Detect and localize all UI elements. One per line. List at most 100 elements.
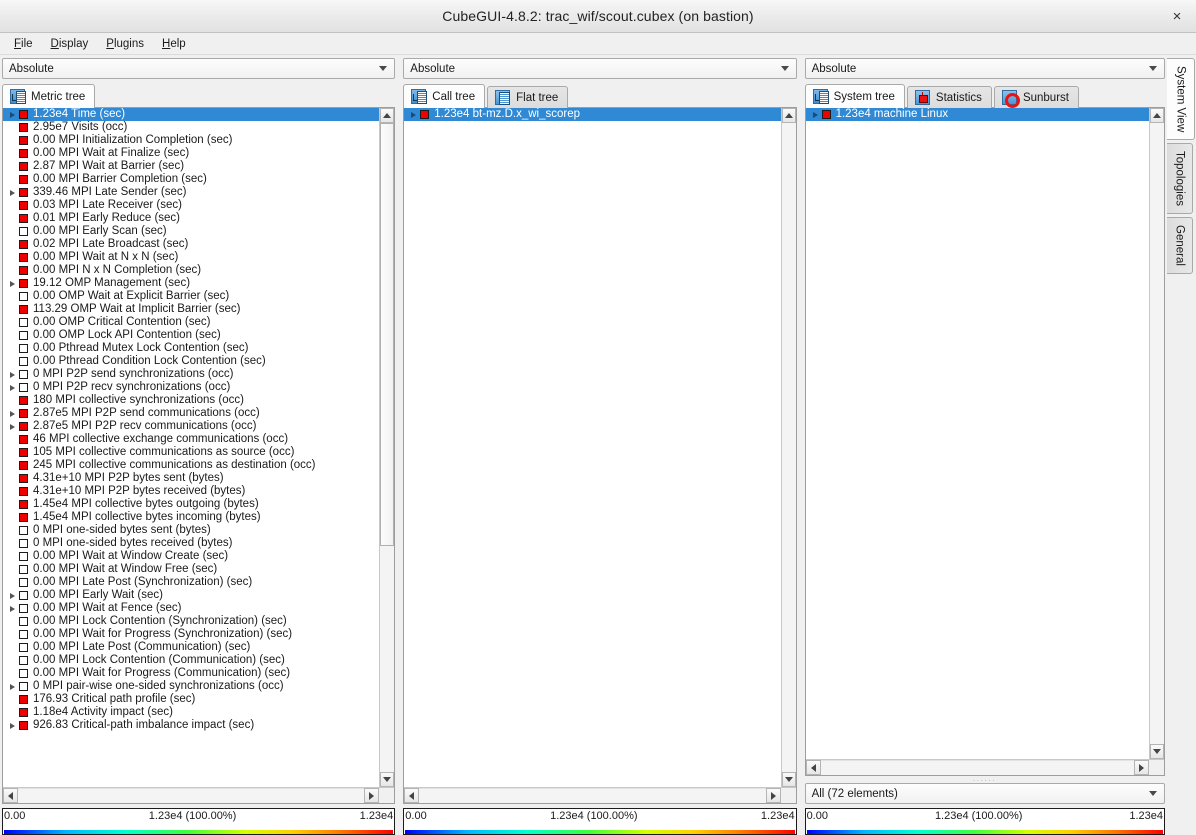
metric-horizontal-scrollbar[interactable] xyxy=(3,787,395,803)
tree-row[interactable]: 176.93 Critical path profile (sec) xyxy=(3,693,379,706)
tree-row[interactable]: 1.23e4 machine Linux xyxy=(805,108,1149,121)
tree-row[interactable]: 105 MPI collective communications as sou… xyxy=(3,446,379,459)
tree-row[interactable]: 0.00 MPI Initialization Completion (sec) xyxy=(3,134,379,147)
system-scroll-track[interactable] xyxy=(1150,123,1164,744)
menu-help[interactable]: Help xyxy=(153,36,195,52)
call-scroll-track[interactable] xyxy=(781,123,796,772)
tree-row[interactable]: 0 MPI P2P send synchronizations (occ) xyxy=(3,368,379,381)
tree-row[interactable]: 0.00 MPI Wait for Progress (Communicatio… xyxy=(3,667,379,680)
system-element-filter-combo[interactable]: All (72 elements) xyxy=(804,783,1165,804)
tree-row[interactable]: 0.02 MPI Late Broadcast (sec) xyxy=(3,238,379,251)
tree-row[interactable]: 0.03 MPI Late Receiver (sec) xyxy=(3,199,379,212)
expand-arrow-icon[interactable] xyxy=(6,683,19,690)
tree-row[interactable]: 0.00 MPI Late Post (Synchronization) (se… xyxy=(3,576,379,589)
tree-row[interactable]: 0.00 MPI Barrier Completion (sec) xyxy=(3,173,379,186)
scroll-up-icon[interactable] xyxy=(1150,108,1164,123)
scroll-left-icon[interactable] xyxy=(805,760,821,775)
tab-system-tree[interactable]: System tree xyxy=(804,84,905,108)
tree-row[interactable]: 0 MPI one-sided bytes received (bytes) xyxy=(3,537,379,550)
expand-arrow-icon[interactable] xyxy=(6,384,19,391)
call-tree-rows[interactable]: 1.23e4 bt-mz.D.x_wi_scorep xyxy=(404,108,781,787)
pane-resize-handle[interactable]: ...... xyxy=(805,776,1165,783)
tree-row[interactable]: 245 MPI collective communications as des… xyxy=(3,459,379,472)
tree-row[interactable]: 4.31e+10 MPI P2P bytes received (bytes) xyxy=(3,485,379,498)
tree-row[interactable]: 0.00 OMP Lock API Contention (sec) xyxy=(3,329,379,342)
tree-row[interactable]: 0.00 OMP Wait at Explicit Barrier (sec) xyxy=(3,290,379,303)
menu-plugins[interactable]: Plugins xyxy=(97,36,153,52)
tree-row[interactable]: 0.00 MPI Early Wait (sec) xyxy=(3,589,379,602)
system-horizontal-scrollbar[interactable] xyxy=(805,759,1164,775)
tab-metric-tree[interactable]: Metric tree xyxy=(2,84,96,108)
call-hscroll-track[interactable] xyxy=(419,788,766,803)
expand-arrow-icon[interactable] xyxy=(6,592,19,599)
tree-row[interactable]: 1.18e4 Activity impact (sec) xyxy=(3,706,379,719)
system-vertical-scrollbar[interactable] xyxy=(1149,108,1164,759)
tree-row[interactable]: 2.95e7 Visits (occ) xyxy=(3,121,379,134)
metric-scroll-thumb[interactable] xyxy=(380,123,395,546)
close-icon[interactable]: × xyxy=(1166,5,1188,27)
tab-sunburst[interactable]: Sunburst xyxy=(993,86,1079,108)
tree-row[interactable]: 2.87 MPI Wait at Barrier (sec) xyxy=(3,160,379,173)
tree-row[interactable]: 1.45e4 MPI collective bytes incoming (by… xyxy=(3,511,379,524)
metric-hscroll-track[interactable] xyxy=(18,788,365,803)
expand-arrow-icon[interactable] xyxy=(6,605,19,612)
call-mode-combo[interactable]: Absolute xyxy=(403,58,797,79)
tree-row[interactable]: 180 MPI collective synchronizations (occ… xyxy=(3,394,379,407)
tab-statistics[interactable]: Statistics xyxy=(906,86,992,108)
call-vertical-scrollbar[interactable] xyxy=(780,108,796,787)
expand-arrow-icon[interactable] xyxy=(809,111,822,118)
tree-row[interactable]: 2.87e5 MPI P2P send communications (occ) xyxy=(3,407,379,420)
expand-arrow-icon[interactable] xyxy=(6,410,19,417)
expand-arrow-icon[interactable] xyxy=(6,423,19,430)
tree-row[interactable]: 0.00 MPI Lock Contention (Communication)… xyxy=(3,654,379,667)
tree-row[interactable]: 926.83 Critical-path imbalance impact (s… xyxy=(3,719,379,732)
tree-row[interactable]: 0.01 MPI Early Reduce (sec) xyxy=(3,212,379,225)
tree-row[interactable]: 0 MPI one-sided bytes sent (bytes) xyxy=(3,524,379,537)
tree-row[interactable]: 0.00 MPI Late Post (Communication) (sec) xyxy=(3,641,379,654)
tree-row[interactable]: 4.31e+10 MPI P2P bytes sent (bytes) xyxy=(3,472,379,485)
tree-row[interactable]: 0.00 MPI Wait at Finalize (sec) xyxy=(3,147,379,160)
tree-row[interactable]: 339.46 MPI Late Sender (sec) xyxy=(3,186,379,199)
tree-row[interactable]: 0.00 MPI Early Scan (sec) xyxy=(3,225,379,238)
tree-row[interactable]: 0.00 MPI Lock Contention (Synchronizatio… xyxy=(3,615,379,628)
system-hscroll-track[interactable] xyxy=(820,760,1134,775)
scroll-down-icon[interactable] xyxy=(380,772,395,787)
side-tab-topologies[interactable]: Topologies xyxy=(1167,143,1193,215)
side-tab-general[interactable]: General xyxy=(1167,217,1193,275)
scroll-left-icon[interactable] xyxy=(3,788,18,803)
side-tab-system-view[interactable]: System View xyxy=(1167,58,1195,141)
scroll-up-icon[interactable] xyxy=(781,108,796,123)
metric-vertical-scrollbar[interactable] xyxy=(379,108,395,787)
system-tree-rows[interactable]: 1.23e4 machine Linux xyxy=(805,108,1149,759)
tree-row[interactable]: 1.23e4 bt-mz.D.x_wi_scorep xyxy=(404,108,781,121)
call-horizontal-scrollbar[interactable] xyxy=(404,787,796,803)
tree-row[interactable]: 0.00 MPI N x N Completion (sec) xyxy=(3,264,379,277)
menu-display[interactable]: Display xyxy=(42,36,98,52)
expand-arrow-icon[interactable] xyxy=(6,371,19,378)
tree-row[interactable]: 1.23e4 Time (sec) xyxy=(3,108,380,121)
tree-row[interactable]: 1.45e4 MPI collective bytes outgoing (by… xyxy=(3,498,379,511)
scroll-up-icon[interactable] xyxy=(380,108,395,123)
menu-file[interactable]: FFileile xyxy=(5,36,42,52)
tree-row[interactable]: 0.00 MPI Wait at Window Create (sec) xyxy=(3,550,379,563)
scroll-right-icon[interactable] xyxy=(1134,760,1149,775)
tree-row[interactable]: 113.29 OMP Wait at Implicit Barrier (sec… xyxy=(3,303,379,316)
tree-row[interactable]: 0.00 OMP Critical Contention (sec) xyxy=(3,316,379,329)
scroll-left-icon[interactable] xyxy=(404,788,420,803)
tree-row[interactable]: 0.00 MPI Wait at Fence (sec) xyxy=(3,602,379,615)
tab-call-tree[interactable]: Call tree xyxy=(403,84,486,108)
system-mode-combo[interactable]: Absolute xyxy=(804,58,1165,79)
tree-row[interactable]: 46 MPI collective exchange communication… xyxy=(3,433,379,446)
metric-scroll-track[interactable] xyxy=(380,123,395,772)
tree-row[interactable]: 0 MPI P2P recv synchronizations (occ) xyxy=(3,381,379,394)
expand-arrow-icon[interactable] xyxy=(407,111,420,118)
tree-row[interactable]: 19.12 OMP Management (sec) xyxy=(3,277,379,290)
expand-arrow-icon[interactable] xyxy=(6,280,19,287)
tree-row[interactable]: 0.00 Pthread Mutex Lock Contention (sec) xyxy=(3,342,379,355)
scroll-right-icon[interactable] xyxy=(364,788,380,803)
expand-arrow-icon[interactable] xyxy=(6,111,19,118)
expand-arrow-icon[interactable] xyxy=(6,189,19,196)
tree-row[interactable]: 2.87e5 MPI P2P recv communications (occ) xyxy=(3,420,379,433)
tree-row[interactable]: 0 MPI pair-wise one-sided synchronizatio… xyxy=(3,680,379,693)
scroll-right-icon[interactable] xyxy=(765,788,781,803)
